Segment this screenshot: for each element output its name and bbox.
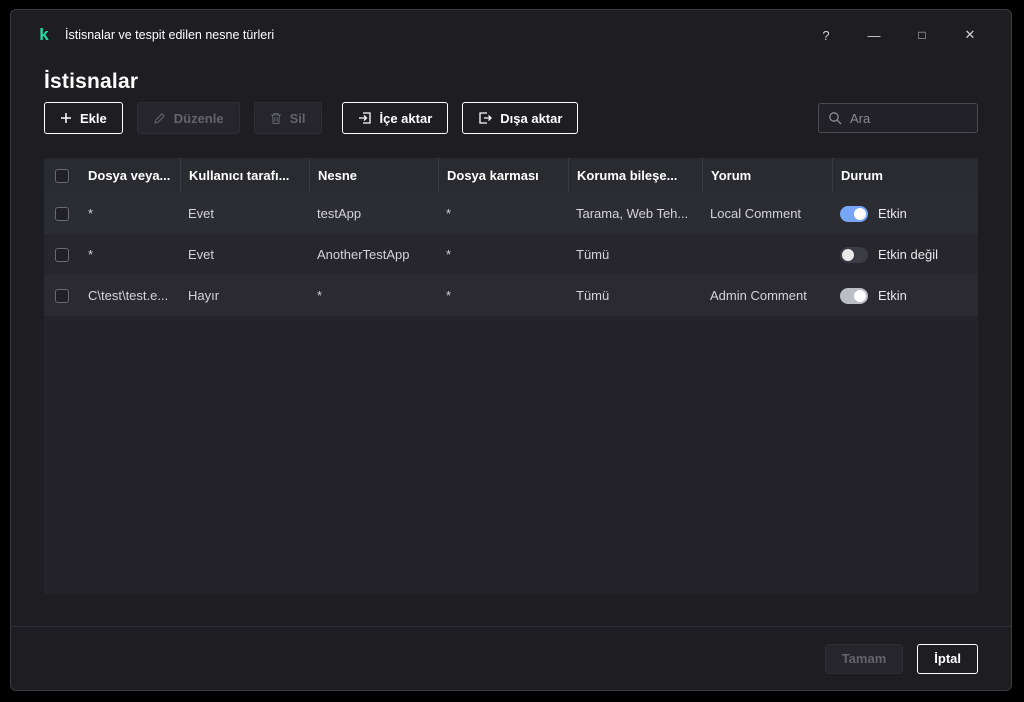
- row-checkbox[interactable]: [55, 207, 69, 221]
- exclusions-table: Dosya veya... Kullanıcı tarafı... Nesne …: [44, 158, 978, 594]
- add-button-label: Ekle: [80, 111, 107, 126]
- content-area: İstisnalar Ekle Düzenle Sil: [11, 70, 1011, 594]
- search-box[interactable]: [818, 103, 978, 133]
- ok-button[interactable]: Tamam: [825, 644, 904, 674]
- cell-components: Tümü: [568, 288, 702, 303]
- column-header-file: Dosya veya...: [80, 158, 180, 193]
- cell-hash: *: [438, 206, 568, 221]
- column-header-user-added: Kullanıcı tarafı...: [180, 158, 309, 193]
- cell-user-added: Hayır: [180, 288, 309, 303]
- status-label: Etkin değil: [878, 247, 938, 262]
- cell-file: C\test\test.e...: [80, 288, 180, 303]
- edit-button-label: Düzenle: [174, 111, 224, 126]
- delete-button-label: Sil: [290, 111, 306, 126]
- close-button[interactable]: ✕: [953, 20, 987, 50]
- cell-object: *: [309, 288, 438, 303]
- help-button[interactable]: ?: [809, 20, 843, 50]
- cell-object: AnotherTestApp: [309, 247, 438, 262]
- cancel-button[interactable]: İptal: [917, 644, 978, 674]
- edit-button[interactable]: Düzenle: [137, 102, 240, 134]
- add-button[interactable]: Ekle: [44, 102, 123, 134]
- cell-hash: *: [438, 288, 568, 303]
- column-header-status: Durum: [832, 158, 978, 193]
- import-icon: [358, 111, 372, 125]
- cell-user-added: Evet: [180, 247, 309, 262]
- maximize-button[interactable]: □: [905, 20, 939, 50]
- column-header-hash: Dosya karması: [438, 158, 568, 193]
- toggle-knob: [854, 208, 866, 220]
- column-header-object: Nesne: [309, 158, 438, 193]
- cell-user-added: Evet: [180, 206, 309, 221]
- pencil-icon: [153, 112, 166, 125]
- cell-comment: Local Comment: [702, 206, 832, 221]
- status-toggle[interactable]: [840, 247, 868, 263]
- plus-icon: [60, 112, 72, 124]
- cell-components: Tümü: [568, 247, 702, 262]
- row-checkbox[interactable]: [55, 248, 69, 262]
- kaspersky-logo-icon: k: [35, 26, 53, 44]
- titlebar: k İstisnalar ve tespit edilen nesne türl…: [11, 10, 1011, 60]
- app-window: k İstisnalar ve tespit edilen nesne türl…: [10, 9, 1012, 691]
- search-icon: [828, 111, 842, 125]
- page-title: İstisnalar: [44, 70, 978, 94]
- cell-hash: *: [438, 247, 568, 262]
- status-toggle[interactable]: [840, 288, 868, 304]
- import-button[interactable]: İçe aktar: [342, 102, 449, 134]
- delete-button[interactable]: Sil: [254, 102, 322, 134]
- column-header-components: Koruma bileşe...: [568, 158, 702, 193]
- minimize-button[interactable]: —: [857, 20, 891, 50]
- footer-bar: Tamam İptal: [11, 626, 1011, 690]
- table-row[interactable]: * Evet AnotherTestApp * Tümü Etkin değil: [44, 234, 978, 275]
- table-header: Dosya veya... Kullanıcı tarafı... Nesne …: [44, 158, 978, 193]
- toggle-knob: [842, 249, 854, 261]
- cell-components: Tarama, Web Teh...: [568, 206, 702, 221]
- cell-file: *: [80, 247, 180, 262]
- cell-comment: Admin Comment: [702, 288, 832, 303]
- table-row[interactable]: C\test\test.e... Hayır * * Tümü Admin Co…: [44, 275, 978, 316]
- status-label: Etkin: [878, 288, 907, 303]
- search-input[interactable]: [850, 111, 1012, 126]
- trash-icon: [270, 112, 282, 125]
- window-title: İstisnalar ve tespit edilen nesne türler…: [65, 28, 274, 42]
- row-checkbox[interactable]: [55, 289, 69, 303]
- status-toggle[interactable]: [840, 206, 868, 222]
- cell-file: *: [80, 206, 180, 221]
- export-button[interactable]: Dışa aktar: [462, 102, 578, 134]
- toolbar: Ekle Düzenle Sil İçe aktar: [44, 102, 978, 134]
- status-label: Etkin: [878, 206, 907, 221]
- window-controls: ? — □ ✕: [795, 20, 987, 50]
- cell-object: testApp: [309, 206, 438, 221]
- column-header-comment: Yorum: [702, 158, 832, 193]
- export-button-label: Dışa aktar: [500, 111, 562, 126]
- toggle-knob: [854, 290, 866, 302]
- export-icon: [478, 111, 492, 125]
- select-all-checkbox[interactable]: [55, 169, 69, 183]
- table-row[interactable]: * Evet testApp * Tarama, Web Teh... Loca…: [44, 193, 978, 234]
- import-button-label: İçe aktar: [380, 111, 433, 126]
